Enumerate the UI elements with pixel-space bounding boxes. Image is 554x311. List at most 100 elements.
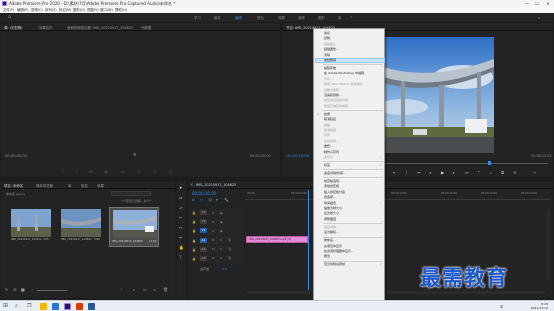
context-menu-item[interactable]: 渲染和替换... [324, 93, 342, 97]
context-menu-item[interactable]: 嵌套... [324, 144, 333, 148]
timeline-ruler[interactable]: 00;00 00;00;04;00 00;00;08;00 00;00;12;0… [245, 190, 551, 200]
project-clip-item-selected[interactable]: IMG_20210917_104825 13:02 [109, 207, 159, 247]
close-sequence-icon[interactable]: × [190, 182, 193, 187]
context-menu-item[interactable]: 在资源管理器中显示... [324, 249, 354, 253]
mic-icon[interactable]: 🎙 [228, 238, 232, 242]
file-explorer-icon[interactable] [40, 303, 47, 310]
zoom-slider[interactable] [37, 290, 67, 291]
ime-indicator[interactable]: 中 [500, 304, 503, 309]
context-menu-item[interactable]: 剪切 [324, 31, 330, 35]
more-workspaces-icon[interactable]: » [350, 15, 352, 19]
track-label[interactable]: V2 [200, 219, 207, 224]
tab-project[interactable]: 项目: 未命名 [4, 183, 23, 188]
context-menu-item[interactable]: 取消链接 [324, 117, 336, 121]
export-frame-icon[interactable]: ◫ [169, 169, 173, 174]
delete-icon[interactable]: 🗑 [163, 287, 168, 292]
snap-icon[interactable]: ∩ [200, 198, 203, 202]
context-menu-item[interactable]: 插入帧定格分段 [324, 190, 345, 194]
new-bin-icon[interactable]: ▭ [143, 287, 147, 292]
lock-icon[interactable]: 🔒 [192, 229, 196, 233]
mark-in-icon[interactable]: { [405, 170, 408, 175]
context-menu-item[interactable]: 调整图层 [324, 217, 336, 221]
step-forward-icon[interactable]: ▸ [453, 170, 455, 175]
workspace-editing[interactable]: 编辑 [235, 15, 242, 20]
tab-metadata[interactable]: 元数据 [141, 25, 151, 30]
timeline-timecode[interactable]: 00;00;10;00 [192, 191, 216, 196]
track-label[interactable]: A1 [200, 238, 207, 243]
context-menu-item[interactable]: 属性 [324, 254, 330, 258]
tab-audio-clip-mixer[interactable]: 音频剪辑混合器: IMG_20210917_104825 [67, 25, 133, 30]
add-marker-icon[interactable]: ▾ [393, 170, 395, 175]
program-playhead[interactable] [488, 161, 491, 165]
context-menu-item[interactable]: 速度/持续时间... [324, 171, 346, 175]
settings-icon[interactable]: ⚙ [513, 170, 517, 175]
mic-icon[interactable]: 🎙 [228, 247, 232, 251]
context-menu-item[interactable]: 时间插值 [324, 201, 336, 205]
add-button-icon[interactable]: + [533, 170, 536, 175]
task-view-icon[interactable]: ❐ [27, 303, 31, 309]
tab-sequence[interactable]: IMG_20210917_104825 [196, 183, 236, 187]
workspace-graphics[interactable]: 图形 [318, 15, 325, 20]
hand-tool-icon[interactable]: ✋ [179, 245, 184, 250]
step-back-icon[interactable]: ⏮ [89, 169, 93, 174]
find-icon[interactable]: ⌕ [133, 287, 135, 292]
maximize-button[interactable]: ☐ [532, 0, 542, 7]
context-menu-item[interactable]: 复制 [324, 36, 330, 40]
project-search-input[interactable] [111, 191, 151, 196]
type-tool-icon[interactable]: T [179, 255, 181, 260]
project-clip-item[interactable]: IMG_20210917_104824 5:00 [61, 209, 101, 245]
solo-button[interactable]: S [220, 238, 222, 242]
lift-icon[interactable]: ⇡ [477, 170, 480, 175]
workspace-learn[interactable]: 学习 [194, 15, 201, 20]
home-icon[interactable]: ⌂ [8, 14, 11, 20]
search-icon[interactable]: ⌕ [15, 303, 18, 309]
lock-icon[interactable]: 🔒 [192, 220, 196, 224]
context-menu-item[interactable]: 编辑原始 [324, 66, 336, 70]
sync-icon[interactable]: ⇄ [212, 211, 215, 215]
automate-to-sequence-icon[interactable]: ⫶ [121, 287, 122, 292]
mark-in-icon[interactable]: { [61, 169, 64, 174]
track-label[interactable]: V1 [200, 228, 207, 233]
program-timecode[interactable]: 00;00;10;00 [287, 154, 309, 158]
selection-tool-icon[interactable]: ➤ [179, 185, 182, 190]
eye-icon[interactable]: ◉ [220, 211, 223, 215]
context-menu-item[interactable]: 标签 [324, 163, 330, 167]
context-menu-item[interactable]: 制作子序列 [324, 150, 339, 154]
mute-button[interactable]: M [212, 247, 215, 251]
context-menu-item[interactable]: 缩放为帧大小 [324, 206, 342, 210]
context-menu-item[interactable]: 在 Adobe Photoshop 中编辑 [324, 71, 364, 75]
timeline-playhead[interactable] [308, 190, 309, 290]
mark-out-icon[interactable]: } [75, 169, 78, 174]
workspace-audio[interactable]: 音频 [298, 15, 305, 20]
go-to-in-icon[interactable]: ⏮ [417, 170, 421, 175]
pen-tool-icon[interactable]: ✒ [179, 235, 182, 240]
solo-button[interactable]: S [220, 256, 222, 260]
context-menu-item[interactable]: 启用 [324, 112, 330, 116]
context-menu-item[interactable]: 粘贴属性... [324, 47, 339, 51]
tab-info[interactable]: 信息 [81, 183, 88, 188]
context-menu-item[interactable]: 设为帧大小 [324, 211, 339, 215]
workspace-assembly[interactable]: 组件 [214, 15, 221, 20]
lock-icon[interactable]: 🔒 [192, 248, 196, 252]
windows-start-icon[interactable]: ⊞ [3, 302, 8, 309]
word-taskbar-icon[interactable] [88, 303, 95, 310]
slip-tool-icon[interactable]: ↔ [179, 225, 182, 230]
solo-button[interactable]: S [220, 247, 222, 251]
linked-selection-icon[interactable]: ⛓ [208, 198, 213, 202]
browser-icon[interactable] [52, 303, 59, 310]
track-label[interactable]: A2 [200, 247, 207, 252]
sync-icon[interactable]: ⇄ [212, 229, 215, 233]
play-icon[interactable]: ▶ [105, 169, 108, 174]
premiere-taskbar-icon[interactable] [64, 303, 71, 310]
mic-icon[interactable]: 🎙 [228, 256, 232, 260]
master-volume[interactable]: 0.0 [222, 267, 227, 271]
eye-icon[interactable]: ◉ [220, 229, 223, 233]
program-scrubber[interactable] [383, 163, 548, 164]
overwrite-icon[interactable]: ⊐ [153, 169, 156, 174]
minimize-button[interactable]: — [522, 0, 532, 7]
lock-icon[interactable]: 🔒 [192, 239, 196, 243]
context-menu-item[interactable]: 添加帧定格 [324, 184, 339, 188]
lock-icon[interactable]: 🔒 [192, 257, 196, 261]
workspace-color[interactable]: 颜色 [257, 15, 264, 20]
context-menu-item[interactable]: 清除 [324, 53, 330, 57]
